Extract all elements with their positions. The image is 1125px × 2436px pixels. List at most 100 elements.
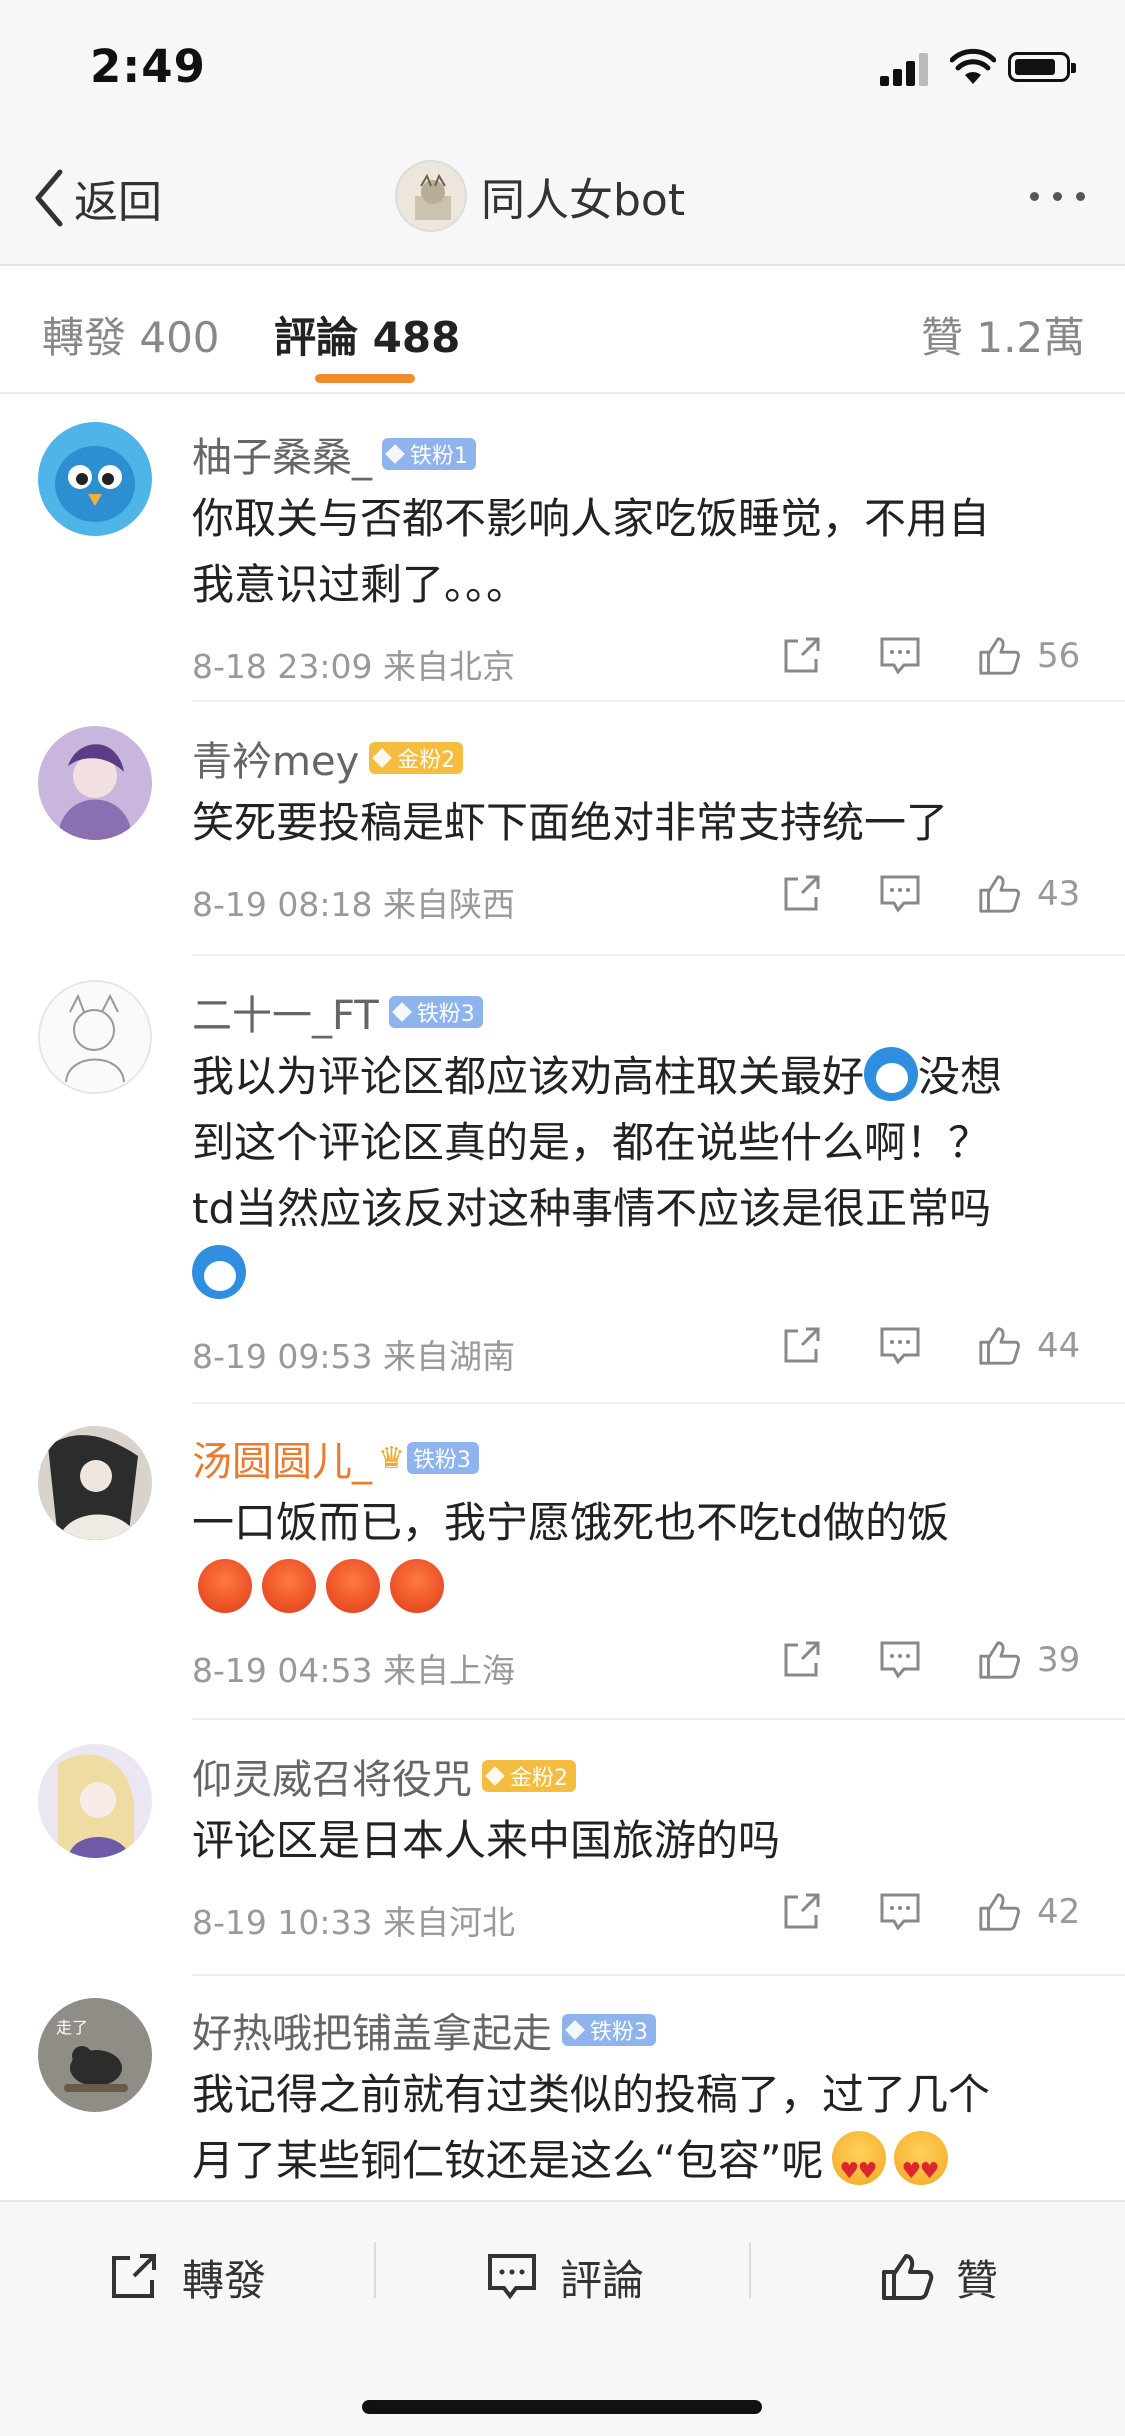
like-count: 56: [1037, 636, 1081, 676]
avatar[interactable]: [38, 1744, 152, 1858]
like-count: 42: [1037, 1892, 1081, 1932]
tab-bar: 轉發 400 評論 488 贊 1.2萬: [0, 266, 1125, 394]
like-icon[interactable]: [977, 1324, 1021, 1368]
comment-meta: 8-19 04:53 来自上海: [192, 1651, 515, 1690]
comment-item: 二十一_FT 铁粉3 我以为评论区都应该劝高柱取关最好 没想 到这个评论区真的是，…: [0, 958, 1125, 1404]
heart-eyes-emoji-icon: [831, 2131, 886, 2205]
comment-meta: 8-18 23:09 来自北京: [192, 647, 515, 686]
comment-item: 仰灵威召将役咒 金粉2 评论区是日本人来中国旅游的吗 8-19 10:33 来自…: [0, 1722, 1125, 1976]
comment-author[interactable]: 汤圆圆儿_: [192, 1429, 372, 1487]
account-avatar[interactable]: [395, 160, 467, 232]
home-indicator: [362, 2400, 762, 2414]
heart-eyes-emoji-icon: [893, 2131, 948, 2205]
share-icon[interactable]: [779, 634, 823, 678]
avatar[interactable]: [38, 726, 152, 840]
fan-badge: 金粉2: [369, 742, 464, 774]
like-count: 43: [1037, 874, 1081, 914]
comment-author[interactable]: 青衿mey: [192, 729, 359, 787]
comment-icon[interactable]: [878, 872, 922, 916]
repost-button[interactable]: 轉發: [108, 2242, 266, 2312]
like-icon[interactable]: [977, 872, 1021, 916]
comment-meta: 8-19 09:53 来自湖南: [192, 1337, 515, 1376]
fan-badge: 金粉2: [482, 1760, 576, 1792]
avatar[interactable]: [38, 980, 152, 1094]
account-header[interactable]: 同人女bot: [395, 160, 685, 232]
comment-label: 評論: [560, 2255, 645, 2305]
like-icon[interactable]: [977, 1638, 1021, 1682]
like-count: 39: [1037, 1640, 1081, 1680]
comment-item: 青衿mey 金粉2 笑死要投稿是虾下面绝对非常支持统一了 8-19 08:18 …: [0, 704, 1125, 956]
avatar[interactable]: [38, 422, 152, 536]
angry-emoji-icon: [326, 1559, 380, 1613]
comment-text-line: 笑死要投稿是虾下面绝对非常支持统一了: [192, 798, 949, 847]
angry-emoji-icon: [262, 1559, 316, 1613]
avatar[interactable]: 走了: [38, 1998, 152, 2112]
comment-button[interactable]: 評論: [486, 2242, 644, 2312]
nav-bar: 返回 同人女bot: [0, 130, 1125, 266]
active-tab-indicator: [315, 374, 415, 383]
like-icon[interactable]: [977, 634, 1021, 678]
avatar[interactable]: [38, 1426, 152, 1540]
comment-author[interactable]: 好热哦把铺盖拿起走: [192, 2001, 552, 2059]
tab-comments[interactable]: 評論 488: [274, 304, 460, 365]
comment-text-line: 一口饭而已，我宁愿饿死也不吃td做的饭: [192, 1498, 950, 1547]
share-icon[interactable]: [779, 872, 823, 916]
status-time: 2:49: [90, 40, 206, 93]
chevron-left-icon: [35, 169, 63, 227]
fan-badge-label: 铁粉3: [416, 1002, 475, 1027]
comment-text: 笑死要投稿是虾下面绝对非常支持统一了: [192, 790, 1085, 856]
fan-badge: 铁粉3: [406, 1442, 479, 1474]
like-count: 44: [1037, 1326, 1081, 1366]
divider: [374, 2242, 376, 2298]
comment-text-line: [192, 1242, 1085, 1308]
like-button[interactable]: 贊: [880, 2242, 998, 2312]
fan-badge-label: 金粉2: [397, 748, 456, 773]
comment-item: 柚子桑桑_ 铁粉1 你取关与否都不影响人家吃饭睡觉，不用自 我意识过剩了。。。 …: [0, 400, 1125, 702]
comment-text: 我以为评论区都应该劝高柱取关最好 没想 到这个评论区真的是，都在说些什么啊！？ t…: [192, 1044, 1085, 1308]
comment-icon[interactable]: [878, 1638, 922, 1682]
text-segment: 没想: [918, 1052, 1003, 1101]
comment-meta: 8-19 08:18 来自陕西: [192, 885, 515, 924]
share-icon[interactable]: [779, 1638, 823, 1682]
comment-text-line: 我意识过剩了。。。: [192, 560, 529, 609]
back-button[interactable]: 返回: [32, 166, 162, 230]
comment-text-line: 你取关与否都不影响人家吃饭睡觉，不用自: [192, 494, 991, 543]
text-segment: 我以为评论区都应该劝高柱取关最好: [192, 1052, 865, 1101]
comment-item: 走了 好热哦把铺盖拿起走 铁粉3 我记得之前就有过类似的投稿了，过了几个 月了某…: [0, 1976, 1125, 2205]
diamond-icon: [565, 2020, 585, 2040]
crown-icon: ♛: [378, 1440, 405, 1476]
diamond-icon: [485, 1766, 505, 1786]
share-icon[interactable]: [779, 1324, 823, 1368]
comment-author[interactable]: 二十一_FT: [192, 983, 379, 1041]
share-icon[interactable]: [779, 1890, 823, 1934]
tab-repost[interactable]: 轉發 400: [42, 304, 220, 365]
comment-icon[interactable]: [878, 1890, 922, 1934]
angry-emoji-icon: [198, 1559, 252, 1613]
comment-author[interactable]: 仰灵威召将役咒: [192, 1747, 472, 1805]
cellular-signal-icon: [880, 52, 928, 86]
comment-text-line: td当然应该反对这种事情不应该是很正常吗: [192, 1184, 992, 1233]
battery-icon: [1008, 52, 1076, 82]
comment-author[interactable]: 柚子桑桑_: [192, 425, 372, 483]
comment-icon: [488, 2254, 536, 2300]
diamond-icon: [385, 444, 405, 464]
like-icon[interactable]: [977, 1890, 1021, 1934]
comment-icon[interactable]: [878, 1324, 922, 1368]
repost-label: 轉發: [182, 2255, 267, 2305]
tab-likes[interactable]: 贊 1.2萬: [921, 304, 1085, 365]
more-options-icon[interactable]: [1030, 192, 1085, 201]
divider: [192, 954, 1125, 956]
like-label: 贊: [956, 2255, 999, 2305]
comment-text-line: 我以为评论区都应该劝高柱取关最好 没想: [192, 1044, 1085, 1110]
comment-text-line: 月了某些铜仁钕还是这么“包容”呢: [192, 2128, 1085, 2205]
comment-text: 一口饭而已，我宁愿饿死也不吃td做的饭: [192, 1490, 1085, 1622]
doraemon-emoji-icon: [192, 1245, 246, 1299]
bottom-action-bar: 轉發 評論 贊: [0, 2200, 1125, 2436]
diamond-icon: [391, 1002, 412, 1022]
comment-icon[interactable]: [878, 634, 922, 678]
comment-text-line: 评论区是日本人来中国旅游的吗: [192, 1816, 781, 1865]
fan-badge-label: 铁粉3: [590, 2020, 648, 2045]
share-icon: [112, 2254, 156, 2298]
text-segment: 月了某些铜仁钕还是这么“包容”呢: [192, 2136, 824, 2185]
fan-badge: 铁粉3: [562, 2014, 656, 2046]
